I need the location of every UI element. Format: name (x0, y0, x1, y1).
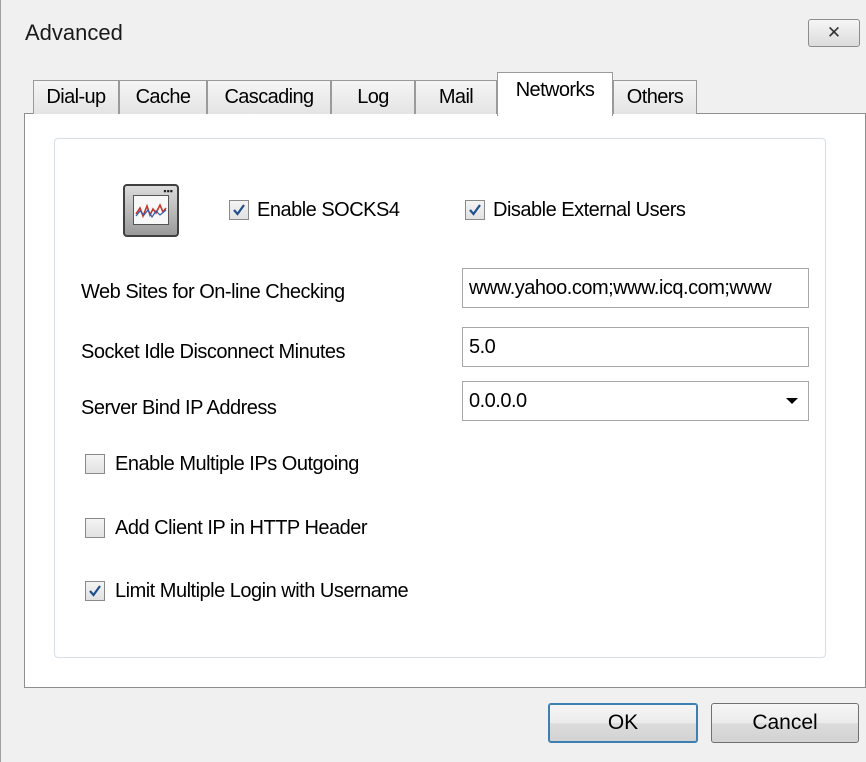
tab-label: Networks (515, 79, 595, 101)
server-bind-ip-value: 0.0.0.0 (469, 390, 527, 412)
tab-label: Mail (438, 86, 474, 108)
tab-log[interactable]: Log (331, 80, 415, 114)
cancel-button[interactable]: Cancel (711, 703, 859, 743)
disable-external-users-label[interactable]: Disable External Users (493, 199, 686, 222)
ok-button[interactable]: OK (548, 703, 698, 743)
limit-multiple-login-checkbox[interactable] (85, 581, 105, 601)
tab-label: Others (626, 86, 684, 108)
title-bar[interactable]: Advanced ✕ (1, 0, 866, 60)
ok-button-label: OK (607, 711, 639, 734)
chevron-down-icon[interactable] (786, 398, 798, 404)
add-client-ip-label[interactable]: Add Client IP in HTTP Header (115, 517, 368, 540)
enable-multiple-ips-checkbox[interactable] (85, 454, 105, 474)
advanced-dialog: Advanced ✕ Dial-up Cache Cascading Log M… (0, 0, 866, 762)
enable-socks4-checkbox[interactable] (229, 200, 249, 220)
tab-label: Dial-up (46, 86, 106, 108)
cancel-button-label: Cancel (752, 711, 818, 734)
tab-label: Cascading (224, 86, 314, 108)
enable-socks4-label[interactable]: Enable SOCKS4 (257, 199, 400, 222)
tab-label: Cache (135, 86, 191, 108)
tab-label: Log (357, 86, 389, 108)
web-sites-online-checking-label: Web Sites for On-line Checking (81, 281, 345, 303)
tab-cascading[interactable]: Cascading (207, 80, 331, 114)
server-bind-ip-label: Server Bind IP Address (81, 397, 277, 419)
tab-cache[interactable]: Cache (119, 80, 207, 114)
enable-multiple-ips-label[interactable]: Enable Multiple IPs Outgoing (115, 453, 359, 476)
tab-dial-up[interactable]: Dial-up (33, 80, 119, 114)
close-button[interactable]: ✕ (808, 19, 860, 47)
web-sites-online-checking-input[interactable]: www.yahoo.com;www.icq.com;www (462, 268, 809, 308)
window-title: Advanced (25, 20, 123, 45)
limit-multiple-login-label[interactable]: Limit Multiple Login with Username (115, 580, 409, 603)
socket-idle-disconnect-input[interactable]: 5.0 (462, 327, 809, 367)
network-monitor-icon: ▪▪▪ (123, 184, 179, 237)
socket-idle-disconnect-label: Socket Idle Disconnect Minutes (81, 341, 346, 363)
tab-networks[interactable]: Networks (497, 72, 613, 116)
disable-external-users-checkbox[interactable] (465, 200, 485, 220)
tab-mail[interactable]: Mail (415, 80, 497, 114)
tab-others[interactable]: Others (613, 80, 697, 114)
close-icon: ✕ (826, 23, 842, 42)
server-bind-ip-dropdown[interactable]: 0.0.0.0 (462, 381, 809, 421)
add-client-ip-checkbox[interactable] (85, 518, 105, 538)
